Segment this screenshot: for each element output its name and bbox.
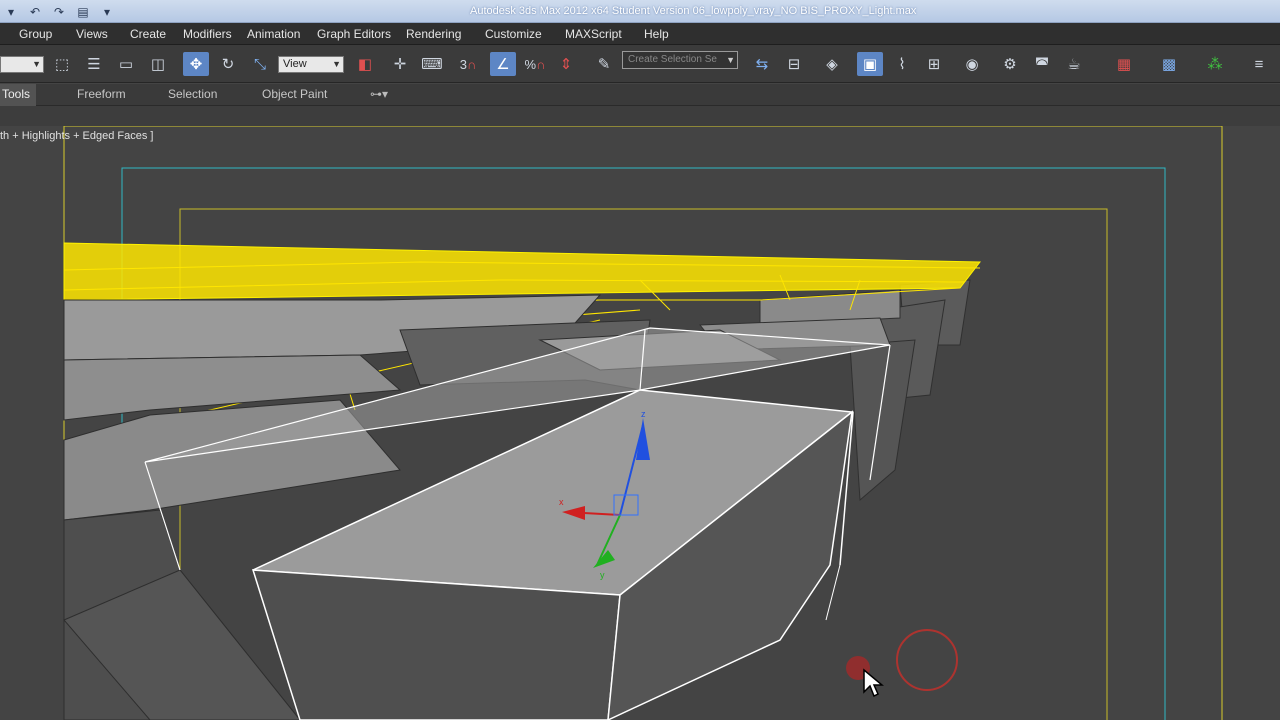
named-selection-placeholder: Create Selection Se xyxy=(628,54,717,65)
tab-modeling-tools[interactable]: Tools xyxy=(0,84,37,106)
tab-selection[interactable]: Selection xyxy=(168,84,217,106)
named-selection-sets-dropdown[interactable]: Create Selection Se ▼ xyxy=(622,51,738,69)
viewport-scene: x y z xyxy=(63,126,1223,720)
quick-access-dropdown-icon[interactable]: ▾ xyxy=(96,3,118,21)
selection-filter-dropdown[interactable]: ▼ xyxy=(0,56,44,73)
project-folder-icon[interactable]: ▤ xyxy=(72,3,94,21)
snaps-toggle[interactable]: 3 ∩ xyxy=(455,52,481,76)
title-bar: ▾ ↶ ↷ ▤ ▾ Autodesk 3ds Max 2012 x64 Stud… xyxy=(0,0,1280,23)
ribbon-options-arrow: ▾ xyxy=(382,87,389,101)
ribbon-panel-collapsed xyxy=(0,106,1280,126)
snap-value: 3 xyxy=(459,56,467,72)
percent-snap-label: % xyxy=(524,56,537,72)
percent-snap-toggle[interactable]: % ∩ xyxy=(522,52,548,76)
material-editor-icon[interactable]: ◉ xyxy=(959,52,985,76)
menu-maxscript[interactable]: MAXScript xyxy=(565,27,622,41)
spinner-snap-icon[interactable]: ⇕ xyxy=(553,52,579,76)
align-icon[interactable]: ⊟ xyxy=(781,52,807,76)
script-icon[interactable]: ⁂ xyxy=(1202,52,1228,76)
dropdown-arrow-icon: ▼ xyxy=(332,59,341,69)
rectangular-selection-icon[interactable]: ▭ xyxy=(113,52,139,76)
keyboard-shortcut-override-icon[interactable]: ⌨ xyxy=(419,52,445,76)
pivot-center-icon[interactable]: ◧ xyxy=(352,52,378,76)
menu-bar: Group Views Create Modifiers Animation G… xyxy=(0,23,1280,45)
viewport-shading-label[interactable]: th + Highlights + Edged Faces ] xyxy=(0,130,153,142)
axis-z-label: z xyxy=(641,409,646,419)
ribbon-options-icon[interactable]: ⊶▾ xyxy=(370,84,388,106)
ribbon-tab-bar: Tools Freeform Selection Object Paint ⊶▾ xyxy=(0,84,1280,106)
redo-icon[interactable]: ↷ xyxy=(48,3,70,21)
edit-named-selection-icon[interactable]: ✎ xyxy=(591,52,617,76)
window-crossing-icon[interactable]: ◫ xyxy=(145,52,171,76)
menu-graph-editors[interactable]: Graph Editors xyxy=(317,27,391,41)
menu-modifiers[interactable]: Modifiers xyxy=(183,27,232,41)
curve-editor-icon[interactable]: ⌇ xyxy=(889,52,915,76)
select-and-scale-icon[interactable]: ⤡ xyxy=(247,52,273,76)
window-title: Autodesk 3ds Max 2012 x64 Student Versio… xyxy=(470,5,917,17)
menu-help[interactable]: Help xyxy=(644,27,669,41)
reference-coordinate-value: View xyxy=(283,58,307,70)
select-and-rotate-icon[interactable]: ↻ xyxy=(215,52,241,76)
tab-freeform[interactable]: Freeform xyxy=(77,84,126,106)
mouse-cursor-icon xyxy=(863,668,884,698)
menu-customize[interactable]: Customize xyxy=(485,27,542,41)
perspective-viewport[interactable]: x y z th + Highlights + Edged Faces ] xyxy=(0,126,1280,720)
menu-animation[interactable]: Animation xyxy=(247,27,300,41)
select-and-move-icon[interactable]: ✥ xyxy=(183,52,209,76)
select-by-name-icon[interactable]: ☰ xyxy=(81,52,107,76)
rendered-frame-window-icon[interactable]: ◚ xyxy=(1029,52,1055,76)
render-setup-icon[interactable]: ⚙ xyxy=(997,52,1023,76)
menu-views[interactable]: Views xyxy=(76,27,108,41)
axis-x-label: x xyxy=(559,497,564,507)
vray-frame-buffer-icon[interactable]: ▦ xyxy=(1111,52,1137,76)
menu-create[interactable]: Create xyxy=(130,27,166,41)
quick-access-toolbar: ▾ ↶ ↷ ▤ ▾ xyxy=(0,2,118,21)
graphite-modeling-tools-icon[interactable]: ▣ xyxy=(857,52,883,76)
menu-arrow-icon[interactable]: ▾ xyxy=(0,3,22,21)
angle-snap-icon[interactable]: ∠ xyxy=(490,52,516,76)
menu-group[interactable]: Group xyxy=(19,27,52,41)
reference-coordinate-dropdown[interactable]: View ▼ xyxy=(278,56,344,73)
layer-manager-icon[interactable]: ◈ xyxy=(819,52,845,76)
tab-object-paint[interactable]: Object Paint xyxy=(262,84,327,106)
select-and-manipulate-icon[interactable]: ✛ xyxy=(387,52,413,76)
select-object-icon[interactable]: ⬚ xyxy=(49,52,75,76)
axis-y-label: y xyxy=(600,570,605,580)
render-teapot-icon[interactable]: ☕ xyxy=(1061,52,1087,76)
dropdown-arrow-icon: ▼ xyxy=(32,59,41,69)
magnet-icon: ∩ xyxy=(466,56,477,72)
dropdown-arrow-icon: ▼ xyxy=(726,55,735,65)
magnet-icon: ∩ xyxy=(536,56,546,72)
undo-icon[interactable]: ↶ xyxy=(24,3,46,21)
mirror-icon[interactable]: ⇆ xyxy=(749,52,775,76)
menu-rendering[interactable]: Rendering xyxy=(406,27,461,41)
schematic-view-icon[interactable]: ⊞ xyxy=(921,52,947,76)
unwrap-uvw-icon[interactable]: ▩ xyxy=(1156,52,1182,76)
toolbar-overflow-icon[interactable]: ≡ xyxy=(1246,52,1272,76)
